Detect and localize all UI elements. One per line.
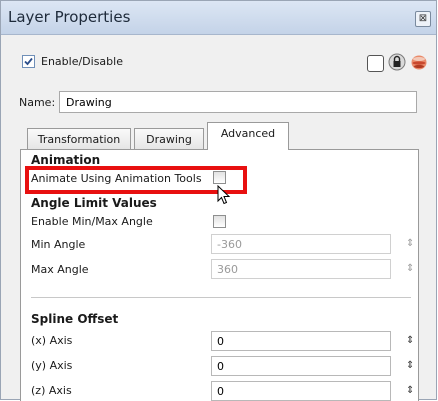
z-axis-field[interactable] (211, 381, 391, 401)
highlight-box (25, 166, 247, 194)
enable-disable-checkbox[interactable] (22, 55, 35, 68)
mouse-cursor-icon (217, 185, 231, 205)
max-angle-label: Max Angle (31, 263, 89, 276)
x-axis-stepper-icon[interactable]: ⇕ (406, 335, 414, 346)
enable-min-max-angle-label: Enable Min/Max Angle (31, 215, 153, 228)
name-label: Name: (19, 96, 56, 109)
lock-icon[interactable] (388, 53, 406, 71)
tab-advanced[interactable]: Advanced (207, 122, 289, 150)
square-icon[interactable] (367, 55, 384, 72)
layer-properties-window: Layer Properties ⊠ Enable/Disable Name: … (0, 0, 437, 401)
checkmark-icon (24, 57, 33, 66)
min-angle-label: Min Angle (31, 238, 86, 251)
title-bar[interactable]: Layer Properties ⊠ (1, 1, 436, 35)
enable-min-max-angle-checkbox[interactable] (213, 215, 226, 228)
onion-skin-icon[interactable] (410, 53, 428, 71)
min-angle-field[interactable] (211, 234, 391, 254)
x-axis-field[interactable] (211, 331, 391, 351)
enable-disable-label: Enable/Disable (41, 55, 123, 68)
y-axis-stepper-icon[interactable]: ⇕ (406, 360, 414, 371)
tab-transformation[interactable]: Transformation (27, 128, 131, 150)
z-axis-label: (z) Axis (31, 384, 72, 397)
spline-offset-section-title: Spline Offset (31, 312, 119, 326)
max-angle-stepper-icon[interactable]: ⇕ (406, 263, 414, 274)
x-axis-label: (x) Axis (31, 334, 73, 347)
name-input[interactable] (59, 91, 417, 113)
animation-section-title: Animation (31, 153, 101, 167)
min-angle-stepper-icon[interactable]: ⇕ (406, 238, 414, 249)
z-axis-stepper-icon[interactable]: ⇕ (406, 385, 414, 396)
tab-drawing[interactable]: Drawing (134, 128, 204, 150)
close-button[interactable]: ⊠ (415, 11, 431, 27)
y-axis-label: (y) Axis (31, 359, 73, 372)
window-title: Layer Properties (8, 8, 131, 26)
max-angle-field[interactable] (211, 259, 391, 279)
section-divider (31, 297, 411, 298)
angle-limit-section-title: Angle Limit Values (31, 196, 157, 210)
y-axis-field[interactable] (211, 356, 391, 376)
